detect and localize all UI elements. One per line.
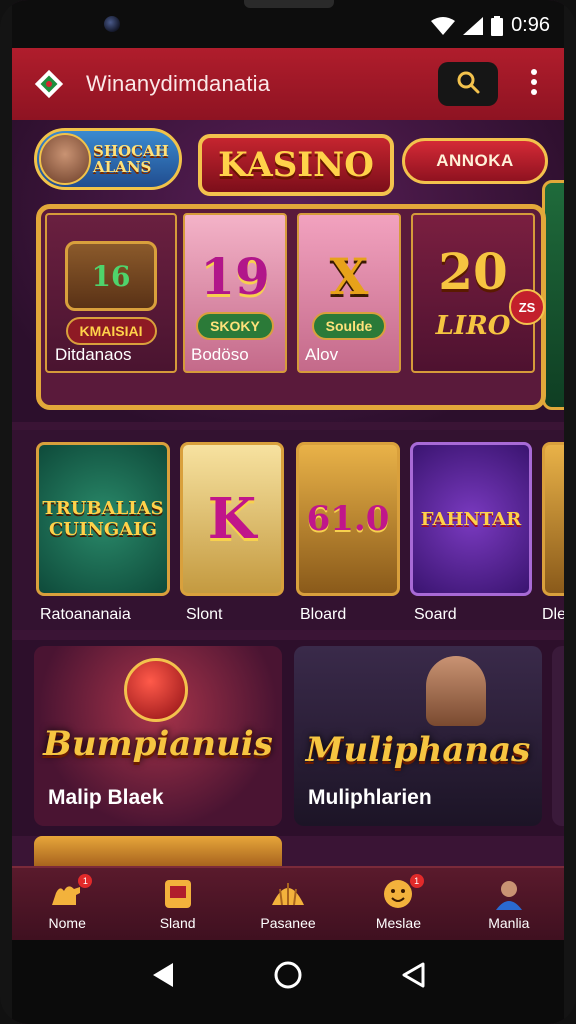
recents-icon[interactable]: [401, 962, 425, 993]
hero-banner: SHOCAH ALANS KASINO ANNOKA 16 KMAISIAI D…: [12, 120, 564, 422]
nav-label: Sland: [159, 915, 196, 931]
game-tile-art: K: [207, 486, 257, 552]
nav-label: Pasanee: [260, 915, 316, 931]
game-tile[interactable]: 61.0: [296, 442, 400, 596]
hero-card-value: 19: [200, 246, 270, 306]
game-tile-label: Dle: [542, 606, 564, 623]
next-card-peek[interactable]: [34, 836, 282, 866]
speaker-grille: [244, 0, 334, 8]
game-tile-art: 61.0: [306, 499, 390, 539]
hero-card-frame: 16 KMAISIAI Ditdanaos 19 SKOKY Bodöso X …: [36, 204, 546, 410]
game-tile[interactable]: FAHNTAR: [410, 442, 532, 596]
hero-card-tag: SKOKY: [196, 311, 274, 340]
notification-badge: 1: [78, 874, 93, 888]
hero-card-tag: Soulde: [311, 311, 387, 340]
hero-action-button[interactable]: ANNOKA: [402, 138, 548, 184]
nav-item-meslae[interactable]: 1 Meslae: [343, 868, 453, 940]
avatar: [39, 133, 91, 185]
notification-badge: 1: [409, 874, 424, 888]
hero-card-value: 16: [91, 259, 131, 293]
featured-row: Bumpianuis Malip Blaek Muliphanas Muliph…: [12, 640, 564, 836]
hero-card-label: Alov: [305, 345, 339, 364]
hero-card-label: Bodöso: [191, 345, 249, 364]
screen: 0:96 Winanydimdanatia SHOCAH ALANS KASIN…: [12, 0, 564, 1024]
nav-label: Meslae: [375, 915, 421, 931]
featured-card[interactable]: Bumpianuis Malip Blaek: [34, 646, 282, 826]
slot-icon: [160, 877, 196, 911]
status-bar: 0:96: [12, 0, 564, 48]
status-icons: 0:96: [431, 14, 550, 37]
system-nav-bar: [12, 940, 564, 1024]
game-tile-art: FAHNTAR: [420, 508, 522, 530]
game-tile-label: Slont: [186, 606, 223, 623]
hero-card-value: 20: [438, 241, 508, 301]
game-tile-label: Ratoananaia: [40, 606, 131, 623]
search-button[interactable]: [438, 62, 498, 106]
battery-icon: [491, 15, 504, 36]
game-tile[interactable]: TRUBALIAS CUINGAIG: [36, 442, 170, 596]
promo-badge-text: SHOCAH ALANS: [93, 142, 169, 176]
corner-badge: ZS: [509, 289, 545, 325]
more-vertical-icon: [530, 68, 538, 101]
hero-card[interactable]: 19 SKOKY Bodöso: [183, 213, 287, 373]
app-title: Winanydimdanatia: [86, 71, 271, 96]
hero-card[interactable]: 16 KMAISIAI Ditdanaos: [45, 213, 177, 373]
camera-icon: [104, 16, 120, 32]
game-tile[interactable]: K: [180, 442, 284, 596]
back-icon[interactable]: [151, 962, 175, 993]
more-options-button[interactable]: [522, 66, 546, 102]
game-tile-label: Bloard: [300, 606, 347, 623]
hero-card-tag: LIRO: [435, 310, 511, 341]
gem-icon: [124, 658, 188, 722]
hero-card[interactable]: X Soulde Alov: [297, 213, 401, 373]
nav-item-sland[interactable]: Sland: [122, 868, 232, 940]
game-tile-art: TRUBALIAS CUINGAIG: [42, 498, 164, 540]
search-icon: [455, 69, 481, 100]
nav-item-pasanee[interactable]: Pasanee: [233, 868, 343, 940]
avatar: [426, 656, 486, 726]
featured-card-title: Muliphlarien: [308, 786, 432, 809]
kasino-banner: KASINO: [198, 134, 394, 196]
app-logo-icon[interactable]: [30, 65, 68, 103]
signal-icon: [463, 16, 484, 35]
nav-label: Nome: [48, 915, 86, 931]
featured-card-art: Muliphanas: [305, 730, 531, 770]
app-header: Winanydimdanatia: [12, 48, 564, 120]
wifi-icon: [431, 16, 456, 35]
featured-card-art: Bumpianuis: [43, 724, 273, 764]
bottom-nav: 1 Nome Sland Pasanee 1 Meslae Manlia: [12, 866, 564, 940]
game-tile-label: Soard: [414, 606, 457, 623]
shell-icon: [270, 877, 306, 911]
game-tile[interactable]: [542, 442, 564, 596]
hero-card-value: X: [329, 246, 369, 306]
player-icon: [491, 877, 527, 911]
nav-item-nome[interactable]: 1 Nome: [12, 868, 122, 940]
home-icon[interactable]: [273, 960, 303, 995]
phone-frame: 0:96 Winanydimdanatia SHOCAH ALANS KASIN…: [0, 0, 576, 1024]
nav-label: Manlia: [488, 915, 530, 931]
games-row: TRUBALIAS CUINGAIG Ratoananaia K Slont 6…: [12, 430, 564, 630]
hero-card-tag: KMAISIAI: [65, 317, 157, 345]
hero-card-label: Ditdanaos: [55, 345, 132, 364]
featured-card[interactable]: Muliphanas Muliphlarien: [294, 646, 542, 826]
nav-item-manlia[interactable]: Manlia: [454, 868, 564, 940]
featured-card-title: Malip Blaek: [48, 786, 164, 809]
promo-badge[interactable]: SHOCAH ALANS: [34, 128, 182, 190]
clock: 0:96: [511, 14, 550, 36]
banner-title: KASINO: [218, 145, 374, 185]
featured-card-peek[interactable]: [552, 646, 564, 826]
